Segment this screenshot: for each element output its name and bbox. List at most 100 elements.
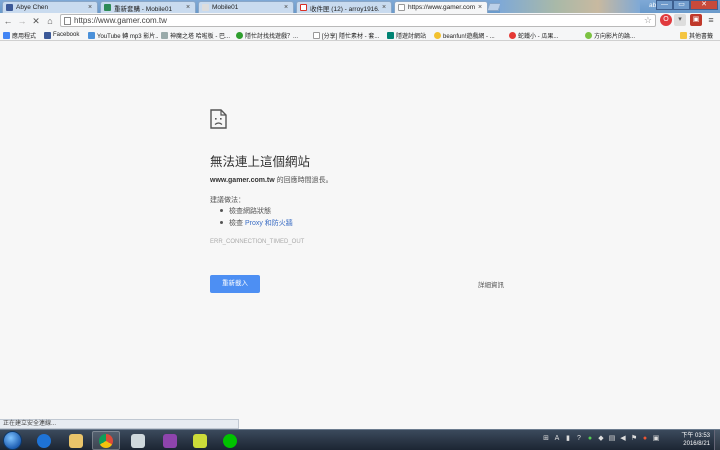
- tab-gmail[interactable]: 收件匣 (12) - arroy1916... ×: [296, 1, 392, 13]
- error-message: 的回應時間過長。: [274, 177, 333, 184]
- details-button[interactable]: 詳細資訊: [478, 279, 504, 289]
- clock-date: 2016/8/21: [683, 441, 710, 447]
- system-tray: ⊞ A ▮ ? ● ◆ ▤ ◀ ⚑ ● ▣: [542, 434, 660, 443]
- bookmark-label: 其他書籤: [689, 33, 714, 40]
- sad-page-icon: [210, 109, 227, 129]
- error-description: www.gamer.com.tw 的回應時間過長。: [210, 175, 333, 185]
- clock[interactable]: 下午 03:53 2016/8/21: [672, 432, 710, 448]
- tab-gamer-active[interactable]: https://www.gamer.com... ×: [394, 1, 488, 13]
- maximize-button[interactable]: ▭: [673, 0, 690, 10]
- folder-icon: [680, 31, 687, 39]
- volume-icon[interactable]: ◀: [619, 434, 627, 443]
- tab-title: Mobile01: [212, 4, 239, 11]
- internet-explorer-icon[interactable]: [30, 431, 58, 450]
- ime-mode-icon[interactable]: ▮: [564, 434, 572, 443]
- bookmark-star-icon[interactable]: ☆: [644, 15, 652, 26]
- error-title: 無法連上這個網站: [210, 155, 311, 169]
- bookmark-apps[interactable]: 應用程式: [3, 30, 41, 40]
- security-icon[interactable]: ◆: [597, 434, 605, 443]
- bookmark-bing[interactable]: 隱遊討網站: [387, 30, 431, 40]
- tab-title: Abye Chen: [16, 4, 49, 11]
- bookmark-label: 應用程式: [12, 33, 37, 40]
- bookmark-facebook[interactable]: Facebook: [44, 30, 86, 40]
- beanfun-icon: [434, 31, 441, 39]
- tab-title: https://www.gamer.com...: [408, 4, 475, 11]
- file-explorer-icon[interactable]: [62, 431, 90, 450]
- mobile01-icon: [202, 4, 209, 11]
- close-icon[interactable]: ×: [478, 4, 484, 11]
- bahamut-icon: [161, 31, 168, 39]
- address-bar[interactable]: https://www.gamer.com.tw ☆: [60, 14, 656, 27]
- facebook-icon: [44, 31, 51, 39]
- cloud-app-icon[interactable]: [124, 431, 152, 450]
- game-icon: [236, 31, 243, 39]
- error-page: 無法連上這個網站 www.gamer.com.tw 的回應時間過長。 建議做法：…: [0, 41, 720, 419]
- apps-icon: [3, 31, 10, 39]
- reload-button[interactable]: 重新載入: [210, 275, 260, 293]
- tab-facebook[interactable]: Abye Chen ×: [2, 1, 98, 13]
- page-info-icon[interactable]: [64, 16, 71, 25]
- ime-icon[interactable]: A: [553, 434, 561, 443]
- close-window-button[interactable]: ✕: [690, 0, 718, 10]
- bookmark-video[interactable]: 方向影片的論...: [585, 30, 657, 40]
- start-button[interactable]: [3, 431, 22, 450]
- language-icon[interactable]: ⊞: [542, 434, 550, 443]
- error-host: www.gamer.com.tw: [210, 177, 275, 184]
- network-icon[interactable]: ▤: [608, 434, 616, 443]
- close-icon[interactable]: ×: [382, 4, 388, 11]
- stop-button[interactable]: ✕: [31, 15, 41, 27]
- winrar-icon[interactable]: [156, 431, 184, 450]
- chrome-menu-button[interactable]: ≡: [706, 14, 716, 26]
- gmail-icon: [300, 4, 307, 11]
- status-bubble: 正在建立安全連線...: [0, 419, 239, 429]
- bookmark-game[interactable]: 隱忙討找找遊戲？...: [236, 30, 310, 40]
- bookmark-label: [分享] 隱忙素材 - 套...: [322, 33, 380, 40]
- tab-mobile01[interactable]: Mobile01 ×: [198, 1, 294, 13]
- bookmark-label: 方向影片的論...: [594, 33, 636, 40]
- chat-icon[interactable]: ●: [586, 434, 594, 443]
- taskbar: ⊞ A ▮ ? ● ◆ ▤ ◀ ⚑ ● ▣ 下午 03:53 2016/8/21: [0, 429, 720, 450]
- minimize-button[interactable]: —: [656, 0, 673, 10]
- mobile01-icon: [104, 4, 111, 11]
- flag-icon[interactable]: ⚑: [630, 434, 638, 443]
- url-text[interactable]: https://www.gamer.com.tw: [74, 16, 641, 25]
- close-icon[interactable]: ×: [88, 4, 94, 11]
- bookmark-red[interactable]: 蛇鐵小 - 瓜果...: [509, 30, 581, 40]
- line-icon[interactable]: [216, 431, 244, 450]
- close-icon[interactable]: ×: [284, 4, 290, 11]
- proxy-firewall-link[interactable]: Proxy 和防火牆: [245, 220, 293, 227]
- bookmark-label: beanfun!遊戲網 - ...: [443, 33, 495, 40]
- tab-mobile01-repurchase[interactable]: 重新套購 - Mobile01 ×: [100, 1, 196, 13]
- sticky-folder-icon[interactable]: [186, 431, 214, 450]
- bookmark-beanfun[interactable]: beanfun!遊戲網 - ...: [434, 30, 506, 40]
- bing-icon: [387, 31, 394, 39]
- antivirus-icon[interactable]: ●: [641, 434, 649, 443]
- green-circle-icon: [585, 31, 592, 39]
- theme-background: [500, 0, 640, 13]
- chrome-icon[interactable]: [92, 431, 120, 450]
- bookmark-share[interactable]: [分享] 隱忙素材 - 套...: [313, 30, 383, 40]
- extension-dropdown-icon[interactable]: ▾: [674, 14, 686, 26]
- bookmark-bahamut[interactable]: 神魔之塔 哈啦板 - 巴...: [161, 30, 233, 40]
- bookmark-youtube-mp3[interactable]: YouTube 轉 mp3 影片...: [88, 30, 158, 40]
- home-button[interactable]: ⌂: [45, 15, 55, 27]
- help-icon[interactable]: ?: [575, 434, 583, 443]
- bookmark-label: 隱遊討網站: [396, 33, 427, 40]
- bookmark-label: YouTube 轉 mp3 影片...: [97, 33, 158, 40]
- display-icon[interactable]: ▣: [652, 434, 660, 443]
- bookmark-label: 神魔之塔 哈啦板 - 巴...: [170, 33, 231, 40]
- clock-time: 下午 03:53: [681, 433, 710, 439]
- close-icon[interactable]: ×: [186, 4, 192, 11]
- opera-extension-icon[interactable]: O: [660, 14, 672, 26]
- forward-button[interactable]: →: [17, 15, 27, 27]
- back-button[interactable]: ←: [3, 15, 13, 27]
- bookmark-label: 蛇鐵小 - 瓜果...: [518, 33, 559, 40]
- page-icon: [313, 31, 320, 39]
- tab-title: 重新套購 - Mobile01: [114, 5, 173, 13]
- bookmark-other[interactable]: 其他書籤: [680, 30, 718, 40]
- show-desktop-button[interactable]: [714, 430, 720, 450]
- suggestions-list: 檢查網路狀態 檢查 Proxy 和防火牆: [218, 206, 293, 230]
- suggestions-title: 建議做法：: [210, 197, 245, 204]
- bookmark-label: 隱忙討找找遊戲？...: [245, 33, 299, 40]
- pdf-extension-icon[interactable]: ▣: [690, 14, 702, 26]
